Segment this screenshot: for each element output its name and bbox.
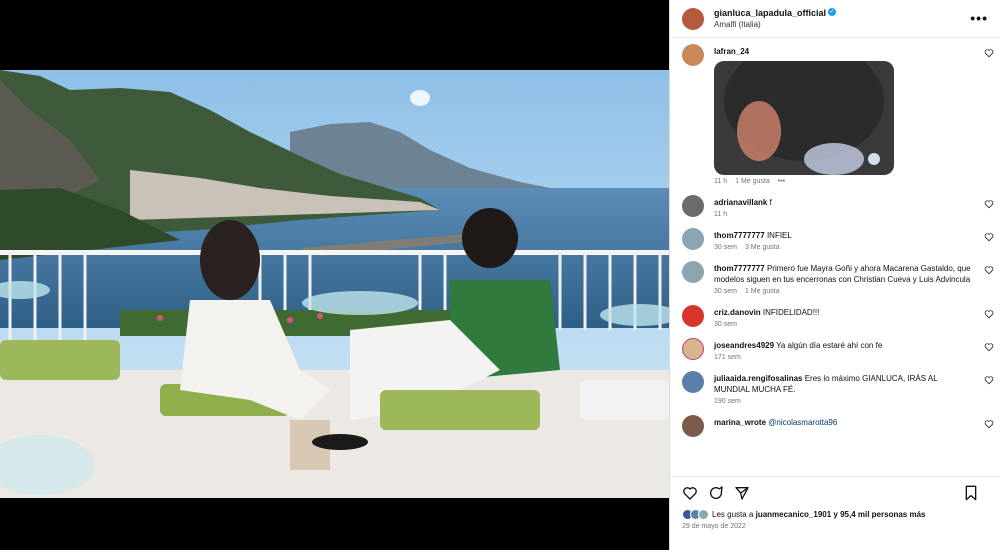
post-date: 29 de mayo de 2022 [682, 523, 746, 530]
comment-item: thom7777777 INFIEL 30 sem 3 Me gusta [670, 228, 1000, 251]
author-username[interactable]: gianluca_lapadula_official [714, 8, 826, 18]
post-sidebar: gianluca_lapadula_official ✓ Amalfi (Ital… [669, 0, 1000, 550]
likes-user[interactable]: juanmecanico_1901 [756, 510, 832, 519]
comment-username[interactable]: adrianavillank [714, 198, 767, 207]
heart-icon[interactable] [984, 419, 994, 429]
comment-video-thumbnail[interactable] [714, 61, 894, 175]
likes-summary[interactable]: Les gusta a juanmecanico_1901 y 95,4 mil… [682, 509, 988, 520]
avatar[interactable] [682, 338, 704, 360]
comment-text: INFIDELIDAD!!! [762, 308, 820, 317]
comment-time: 171 sem [714, 354, 741, 361]
comment-likes[interactable]: 1 Me gusta [745, 288, 780, 295]
avatar[interactable] [682, 371, 704, 393]
verified-icon: ✓ [828, 7, 837, 16]
comment-item: adrianavillank f 11 h [670, 195, 1000, 218]
comment-time: 190 sem [714, 398, 741, 405]
avatar[interactable] [682, 415, 704, 437]
comment-username[interactable]: lafran_24 [714, 47, 749, 56]
comment-item: lafran_24 11 h 1 Me gusta ••• [670, 44, 1000, 185]
comment-time: 11 h [714, 211, 728, 218]
post-photo[interactable] [0, 70, 669, 498]
instagram-post-window: gianluca_lapadula_official ✓ Amalfi (Ital… [0, 0, 1000, 550]
comment-time: 30 sem [714, 288, 737, 295]
comment-text: Ya algún día estaré ahí con fe [776, 341, 883, 350]
comment-time: 30 sem [714, 321, 737, 328]
comment-item: marina_wrote @nicolasmarotta96 [670, 415, 1000, 437]
avatar[interactable] [682, 261, 704, 283]
comment-time: 11 h [714, 178, 728, 185]
heart-icon[interactable] [984, 48, 994, 58]
bookmark-icon[interactable] [964, 485, 978, 501]
comment-username[interactable]: joseandres4929 [714, 341, 774, 350]
avatar[interactable] [682, 228, 704, 250]
post-header: gianluca_lapadula_official ✓ Amalfi (Ital… [670, 0, 1000, 38]
comment-item: joseandres4929 Ya algún día estaré ahí c… [670, 338, 1000, 361]
comment-username[interactable]: thom7777777 [714, 231, 765, 240]
post-location[interactable]: Amalfi (Italia) [714, 19, 836, 31]
comment-username[interactable]: criz.danovin [714, 308, 761, 317]
comment-text: f [769, 198, 772, 207]
heart-icon[interactable] [984, 309, 994, 319]
comment-icon[interactable] [708, 485, 724, 501]
avatar[interactable] [682, 305, 704, 327]
avatar[interactable] [682, 195, 704, 217]
heart-icon[interactable] [984, 199, 994, 209]
heart-icon[interactable] [984, 375, 994, 385]
comment-time: 30 sem [714, 244, 737, 251]
comment-item: juliaaida.rengifosalinas Eres lo máximo … [670, 371, 1000, 405]
post-actions: Les gusta a juanmecanico_1901 y 95,4 mil… [670, 476, 1000, 550]
avatar [698, 509, 709, 520]
comments-list: lafran_24 11 h 1 Me gusta ••• adrianavilla… [670, 44, 1000, 472]
comment-username[interactable]: thom7777777 [714, 264, 765, 273]
comment-username[interactable]: marina_wrote [714, 418, 766, 427]
heart-icon[interactable] [984, 265, 994, 275]
comment-likes[interactable]: 1 Me gusta [735, 178, 770, 185]
share-icon[interactable] [734, 485, 750, 501]
likes-prefix: Les gusta a [712, 510, 756, 519]
heart-icon[interactable] [682, 485, 698, 501]
author-avatar[interactable] [682, 7, 704, 30]
more-icon[interactable]: ••• [970, 10, 988, 26]
heart-icon[interactable] [984, 232, 994, 242]
comment-likes[interactable]: 3 Me gusta [745, 244, 780, 251]
comment-mention[interactable]: @nicolasmarotta96 [768, 418, 837, 427]
photo-pane [0, 0, 669, 550]
comment-username[interactable]: juliaaida.rengifosalinas [714, 374, 802, 383]
comment-text: INFIEL [766, 231, 792, 240]
comment-item: thom7777777 Primero fue Mayra Goñi y aho… [670, 261, 1000, 295]
heart-icon[interactable] [984, 342, 994, 352]
likes-suffix[interactable]: y 95,4 mil personas más [831, 510, 925, 519]
comment-item: criz.danovin INFIDELIDAD!!! 30 sem [670, 305, 1000, 328]
comment-options[interactable]: ••• [778, 178, 785, 185]
avatar[interactable] [682, 44, 704, 66]
